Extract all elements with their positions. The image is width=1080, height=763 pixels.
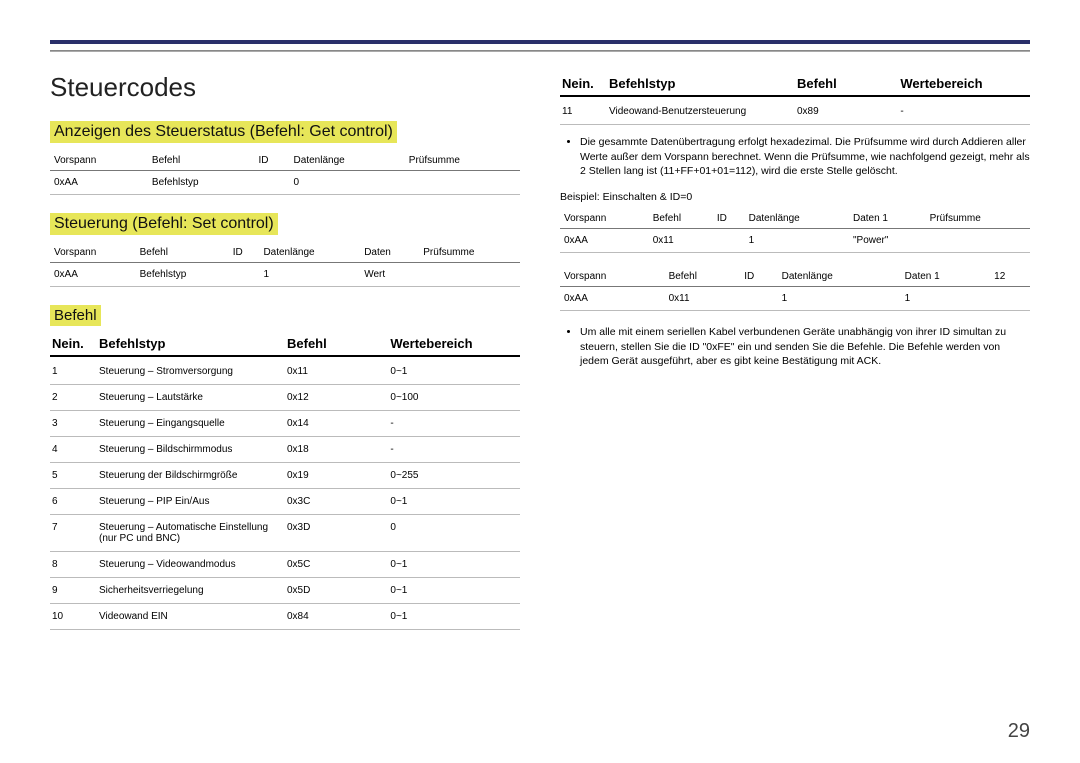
table-row: 5Steuerung der Bildschirmgröße0x190~255 <box>50 463 520 489</box>
table-row: 0xAA 0x11 1 "Power" <box>560 229 1030 253</box>
two-column-layout: Steuercodes Anzeigen des Steuerstatus (B… <box>50 72 1030 646</box>
section-befehl: Befehl Nein. Befehlstyp Befehl Wertebere… <box>50 305 520 630</box>
cmd-table-header-right: Nein. Befehlstyp Befehl Wertebereich <box>560 72 1030 97</box>
heading-befehl: Befehl <box>50 305 101 326</box>
table-row: 3Steuerung – Eingangsquelle0x14- <box>50 411 520 437</box>
th: Datenlänge <box>290 151 405 171</box>
page-number: 29 <box>1008 720 1030 743</box>
th: ID <box>254 151 289 171</box>
cmd-table-body: 1Steuerung – Stromversorgung0x110~12Steu… <box>50 359 520 630</box>
table-get-control: Vorspann Befehl ID Datenlänge Prüfsumme … <box>50 151 520 195</box>
th: Befehl <box>148 151 255 171</box>
table-row: 1Steuerung – Stromversorgung0x110~1 <box>50 359 520 385</box>
table-row: 2Steuerung – Lautstärke0x120~100 <box>50 385 520 411</box>
table-row: 9Sicherheitsverriegelung0x5D0~1 <box>50 578 520 604</box>
right-column: Nein. Befehlstyp Befehl Wertebereich 11V… <box>560 72 1030 646</box>
note-list-2: Um alle mit einem seriellen Kabel verbun… <box>560 325 1030 369</box>
page-container: Steuercodes Anzeigen des Steuerstatus (B… <box>0 0 1080 676</box>
th: Prüfsumme <box>405 151 520 171</box>
table-row: 0xAA Befehlstyp 1 Wert <box>50 263 520 287</box>
section-set-control: Steuerung (Befehl: Set control) Vorspann… <box>50 213 520 287</box>
th: ID <box>229 243 260 263</box>
cmd-table-body-right: 11Videowand-Benutzersteuerung0x89- <box>560 99 1030 125</box>
note-item: Die gesammte Datenübertragung erfolgt he… <box>580 135 1030 179</box>
header-rule <box>50 40 1030 52</box>
section-get-control: Anzeigen des Steuerstatus (Befehl: Get c… <box>50 121 520 195</box>
table-row: 10Videowand EIN0x840~1 <box>50 604 520 630</box>
table-row: 6Steuerung – PIP Ein/Aus0x3C0~1 <box>50 489 520 515</box>
left-column: Steuercodes Anzeigen des Steuerstatus (B… <box>50 72 520 646</box>
note-list-1: Die gesammte Datenübertragung erfolgt he… <box>560 135 1030 179</box>
cmd-table-header: Nein. Befehlstyp Befehl Wertebereich <box>50 332 520 357</box>
table-set-control: Vorspann Befehl ID Datenlänge Daten Prüf… <box>50 243 520 287</box>
note-item: Um alle mit einem seriellen Kabel verbun… <box>580 325 1030 369</box>
th: Vorspann <box>50 243 136 263</box>
th: Befehl <box>136 243 229 263</box>
th: Daten <box>360 243 419 263</box>
th: Vorspann <box>50 151 148 171</box>
page-title: Steuercodes <box>50 72 520 103</box>
example-table-2: Vorspann Befehl ID Datenlänge Daten 1 12… <box>560 267 1030 311</box>
example-label: Beispiel: Einschalten & ID=0 <box>560 191 1030 203</box>
heading-get-control: Anzeigen des Steuerstatus (Befehl: Get c… <box>50 121 397 143</box>
table-row: 0xAA Befehlstyp 0 <box>50 171 520 195</box>
th: Prüfsumme <box>419 243 520 263</box>
table-row: 8Steuerung – Videowandmodus0x5C0~1 <box>50 552 520 578</box>
example-table-1: Vorspann Befehl ID Datenlänge Daten 1 Pr… <box>560 209 1030 253</box>
table-row: 7Steuerung – Automatische Einstellung (n… <box>50 515 520 552</box>
heading-set-control: Steuerung (Befehl: Set control) <box>50 213 278 235</box>
table-row: 11Videowand-Benutzersteuerung0x89- <box>560 99 1030 125</box>
table-row: 4Steuerung – Bildschirmmodus0x18- <box>50 437 520 463</box>
table-row: 0xAA 0x11 1 1 <box>560 287 1030 311</box>
th: Datenlänge <box>259 243 360 263</box>
